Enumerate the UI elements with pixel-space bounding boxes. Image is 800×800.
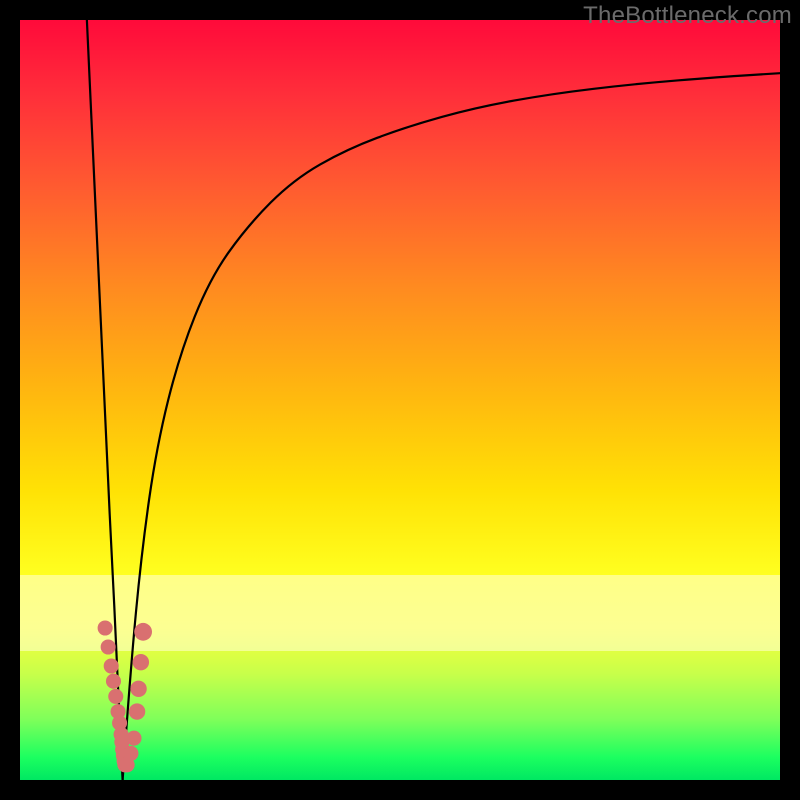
watermark-text: TheBottleneck.com [583,2,792,30]
curves-svg [20,20,780,780]
marker-group [98,620,152,772]
marker-dot [133,654,149,670]
marker-dot [123,746,138,761]
marker-dot [104,658,119,673]
marker-dot [126,731,141,746]
plot-area [20,20,780,780]
marker-dot [129,703,145,719]
right-branch-curve [123,73,780,780]
marker-dot [101,639,116,654]
marker-dot [130,681,146,697]
marker-dot [134,623,152,641]
marker-dot [106,674,121,689]
marker-dot [108,689,123,704]
marker-dot [98,620,113,635]
chart-frame: TheBottleneck.com [0,0,800,800]
